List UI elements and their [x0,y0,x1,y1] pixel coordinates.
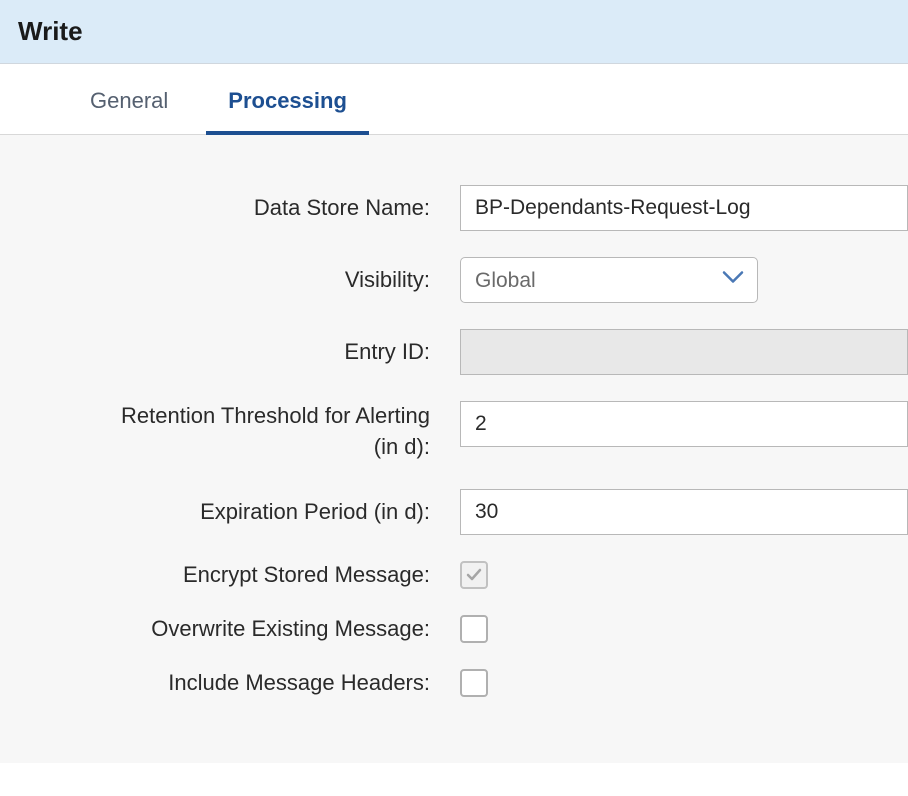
include-headers-checkbox[interactable] [460,669,488,697]
entry-id-input[interactable] [460,329,908,375]
tab-general[interactable]: General [60,64,198,134]
expiration-period-input[interactable] [460,489,908,535]
tab-bar: General Processing [0,64,908,135]
overwrite-existing-label: Overwrite Existing Message: [0,616,460,642]
tab-processing[interactable]: Processing [198,64,377,134]
panel-header: Write [0,0,908,64]
entry-id-label: Entry ID: [0,339,460,365]
encrypt-stored-label: Encrypt Stored Message: [0,562,460,588]
retention-threshold-label: Retention Threshold for Alerting (in d): [0,401,460,463]
visibility-select[interactable]: Global [460,257,758,303]
expiration-period-label: Expiration Period (in d): [0,499,460,525]
overwrite-existing-checkbox[interactable] [460,615,488,643]
form-area: Data Store Name: Visibility: Global Entr… [0,135,908,763]
retention-threshold-input[interactable] [460,401,908,447]
data-store-name-label: Data Store Name: [0,195,460,221]
visibility-label: Visibility: [0,267,460,293]
include-headers-label: Include Message Headers: [0,670,460,696]
encrypt-stored-checkbox [460,561,488,589]
data-store-name-input[interactable] [460,185,908,231]
page-title: Write [18,16,890,47]
